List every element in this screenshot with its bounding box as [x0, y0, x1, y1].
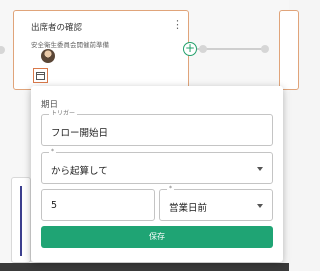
- due-date-popup: 期日 トリガー フロー開始日 * から起算して 5 * 営業日前 保存: [31, 86, 283, 262]
- unit-select[interactable]: * 営業日前: [159, 184, 273, 221]
- unit-legend: *: [167, 184, 174, 194]
- task-title: 出席者の確認: [31, 23, 83, 33]
- next-task-card[interactable]: [279, 10, 299, 90]
- basis-select[interactable]: * から起算して: [41, 147, 273, 184]
- offset-value: 5: [51, 200, 58, 211]
- lower-task-card[interactable]: [11, 177, 31, 263]
- calendar-icon: [36, 72, 45, 80]
- basis-value: から起算して: [51, 166, 108, 177]
- unit-value: 営業日前: [169, 203, 208, 214]
- task-card[interactable]: 出席者の確認 ⋮ 安全衛生委員会開催前準備: [13, 10, 189, 90]
- trigger-select[interactable]: トリガー フロー開始日: [41, 109, 273, 146]
- connector-dot: [199, 45, 207, 53]
- card-accent-bar: [20, 186, 22, 256]
- add-task-button[interactable]: +: [183, 42, 197, 56]
- connector-dot: [261, 45, 269, 53]
- trigger-legend: トリガー: [49, 109, 78, 119]
- offset-input[interactable]: 5: [41, 189, 155, 221]
- connector-line: [197, 48, 265, 50]
- connector-dot-left: [0, 46, 5, 54]
- avatar: [41, 49, 55, 63]
- save-button[interactable]: 保存: [41, 226, 273, 248]
- more-vert-icon[interactable]: ⋮: [172, 19, 183, 30]
- trigger-value: フロー開始日: [51, 128, 109, 139]
- chevron-down-icon: [257, 204, 263, 208]
- bottom-bar: [0, 263, 289, 271]
- task-subtitle: 安全衛生委員会開催前準備: [31, 41, 109, 49]
- chevron-down-icon: [257, 167, 263, 171]
- due-date-button[interactable]: [33, 68, 48, 83]
- basis-legend: *: [49, 147, 56, 157]
